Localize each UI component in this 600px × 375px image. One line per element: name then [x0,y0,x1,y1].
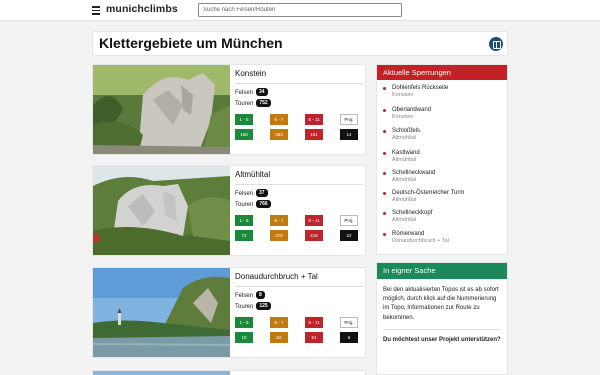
area-info: Donaudurchbruch + Tal Felsen 8 Touren 125 … [235,271,363,343]
closures-title: Aktuelle Sperrungen [377,65,507,80]
felsen-count-badge: 37 [256,189,268,197]
felsen-row: Felsen 8 [235,291,363,302]
support-question: Du möchtest unser Projekt unterstützen? [383,336,501,343]
grade-count-1-5: 72 [235,230,253,241]
bullet-icon [383,192,386,195]
bullet-icon [383,172,386,175]
bullet-icon [383,212,386,215]
felsen-count-badge: 8 [256,291,265,299]
closure-area: Altmühltal [392,135,417,141]
area-photo[interactable] [93,65,230,154]
touren-label: Touren [235,202,254,208]
touren-label: Touren [235,304,254,310]
felsen-label: Felsen [235,293,254,299]
closure-name[interactable]: Dohlenfels Rückseite [392,84,448,92]
grade-label-8-11: 8 - 11 [305,317,323,328]
grade-grid: 1 - 5 6 - 7 8 - 11 Proj. 10 62 51 6 [235,317,361,343]
top-navbar: munichclimbs [0,0,600,21]
hamburger-menu-icon[interactable] [92,6,100,15]
news-title: In eigner Sache [377,263,507,279]
area-card-next[interactable] [92,370,366,375]
grade-count-proj: 14 [340,129,358,140]
news-card: In eigner Sache Bei den aktualisierten T… [376,262,508,375]
touren-count-badge: 125 [256,302,271,310]
area-card-altmuehltal[interactable]: Altmühltal Felsen 37 Touren 766 1 - 5 6 - … [92,165,366,256]
grade-count-proj: 22 [340,230,358,241]
page-title: Klettergebiete um München [99,35,283,51]
touren-label: Touren [235,101,254,107]
area-card-konstein[interactable]: Konstein Felsen 34 Touren 752 1 - 5 6 - 7 … [92,64,366,155]
closure-area: Altmühltal [392,197,417,203]
grade-count-1-5: 168 [235,129,253,140]
grade-count-8-11: 418 [305,230,323,241]
area-info: Altmühltal Felsen 37 Touren 766 1 - 5 6 - … [235,169,363,241]
area-name[interactable]: Donaudurchbruch + Tal [235,271,363,287]
bullet-icon [383,152,386,155]
news-text: Bei den aktualisierten Topos ist es ab s… [383,287,499,321]
closure-area: Altmühltal [392,157,417,163]
area-name[interactable]: Konstein [235,68,363,84]
area-photo[interactable] [93,166,230,255]
search-input[interactable] [198,3,402,17]
area-photo[interactable] [93,371,230,375]
bullet-icon [383,130,386,133]
closure-area: Konstein [392,114,414,120]
closures-card: Aktuelle Sperrungen Dohlenfels Rückseite… [376,64,508,255]
area-card-donaudurchbruch[interactable]: Donaudurchbruch + Tal Felsen 8 Touren 125 … [92,267,366,358]
grade-label-proj: Proj. [340,215,358,226]
site-logo[interactable]: munichclimbs [106,3,178,15]
grade-label-6-7: 6 - 7 [270,114,288,125]
closure-area: Altmühltal [392,217,417,223]
grade-grid: 1 - 5 6 - 7 8 - 11 Proj. 72 278 418 22 [235,215,361,241]
grade-label-proj: Proj. [340,317,358,328]
closure-name[interactable]: Kastlwand [392,149,420,157]
closure-name[interactable]: Schloßfels [392,127,420,135]
touren-row: Touren 125 [235,302,363,313]
closure-name[interactable]: Römerwand [392,230,424,238]
touren-row: Touren 752 [235,99,363,110]
grade-count-6-7: 383 [270,129,288,140]
grade-count-6-7: 62 [270,332,288,343]
bullet-icon [383,233,386,236]
touren-row: Touren 766 [235,200,363,211]
page-header: Klettergebiete um München [92,31,508,56]
bullet-icon [383,87,386,90]
closure-name[interactable]: Schellneckkopf [392,209,432,217]
grade-label-6-7: 6 - 7 [270,317,288,328]
grade-count-6-7: 278 [270,230,288,241]
area-name[interactable]: Altmühltal [235,169,363,185]
touren-count-badge: 752 [256,99,271,107]
closure-name[interactable]: Deutsch-Österreicher Turm [392,189,464,197]
map-icon[interactable] [489,37,503,51]
bullet-icon [383,109,386,112]
grade-label-1-5: 1 - 5 [235,114,253,125]
felsen-label: Felsen [235,191,254,197]
felsen-row: Felsen 37 [235,189,363,200]
area-info: Konstein Felsen 34 Touren 752 1 - 5 6 - 7 … [235,68,363,140]
grade-count-8-11: 191 [305,129,323,140]
grade-count-8-11: 51 [305,332,323,343]
closure-area: Konstein [392,92,414,98]
touren-count-badge: 766 [256,200,271,208]
closure-area: Altmühltal [392,177,417,183]
grade-label-proj: Proj. [340,114,358,125]
closure-area: Donaudurchbruch + Tal [392,238,449,244]
grade-label-1-5: 1 - 5 [235,317,253,328]
closure-name[interactable]: Schellneckwand [392,169,435,177]
area-photo[interactable] [93,268,230,357]
felsen-row: Felsen 34 [235,88,363,99]
grade-label-1-5: 1 - 5 [235,215,253,226]
grade-grid: 1 - 5 6 - 7 8 - 11 Proj. 168 383 191 14 [235,114,361,140]
grade-count-proj: 6 [340,332,358,343]
grade-label-8-11: 8 - 11 [305,114,323,125]
grade-count-1-5: 10 [235,332,253,343]
felsen-count-badge: 34 [256,88,268,96]
grade-label-6-7: 6 - 7 [270,215,288,226]
closure-name[interactable]: Oberlandwand [392,106,431,114]
grade-label-8-11: 8 - 11 [305,215,323,226]
felsen-label: Felsen [235,90,254,96]
